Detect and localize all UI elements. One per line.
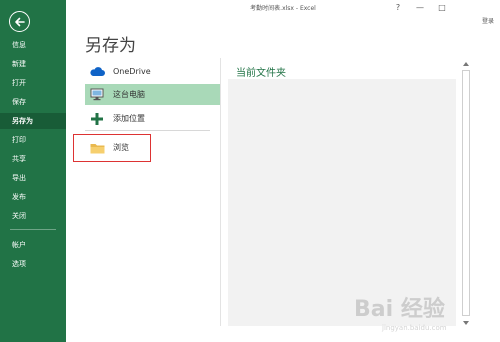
nav-export[interactable]: 导出 xyxy=(0,170,66,186)
cloud-icon xyxy=(89,64,105,80)
nav-options[interactable]: 选项 xyxy=(0,256,66,272)
place-this-pc[interactable]: 这台电脑 xyxy=(85,84,220,105)
nav-save[interactable]: 保存 xyxy=(0,94,66,110)
places-divider xyxy=(85,130,210,131)
plus-icon xyxy=(89,111,105,127)
nav-close[interactable]: 关闭 xyxy=(0,208,66,224)
place-label: 这台电脑 xyxy=(113,90,145,99)
minimize-button[interactable]: — xyxy=(414,2,426,14)
window-title: 考勤时间表.xlsx - Excel xyxy=(250,5,316,12)
nav-save-as[interactable]: 另存为 xyxy=(0,113,66,129)
sidebar-divider xyxy=(10,229,56,230)
browse-highlight-box xyxy=(73,134,151,162)
title-bar: 考勤时间表.xlsx - Excel ? — □ xyxy=(66,0,500,16)
place-onedrive[interactable]: OneDrive xyxy=(85,61,220,82)
column-divider xyxy=(220,58,221,326)
current-folder-heading: 当前文件夹 xyxy=(236,68,286,79)
chevron-up-icon xyxy=(463,61,469,66)
computer-icon xyxy=(89,87,105,103)
nav-open[interactable]: 打开 xyxy=(0,75,66,91)
nav-account[interactable]: 帐户 xyxy=(0,237,66,253)
arrow-left-icon xyxy=(14,17,25,26)
maximize-button[interactable]: □ xyxy=(436,2,448,14)
sign-in-link[interactable]: 登录 xyxy=(482,16,494,25)
backstage-sidebar: 信息 新建 打开 保存 另存为 打印 共享 导出 发布 关闭 帐户 选项 xyxy=(0,0,66,342)
page-title: 另存为 xyxy=(85,36,136,56)
place-add-location[interactable]: 添加位置 xyxy=(85,108,220,129)
watermark-text: Bai 经验 xyxy=(354,296,445,322)
scroll-thumb[interactable] xyxy=(462,70,470,316)
place-label: 添加位置 xyxy=(113,114,145,123)
nav-share[interactable]: 共享 xyxy=(0,151,66,167)
scroll-up-arrow[interactable] xyxy=(461,59,471,68)
back-button[interactable] xyxy=(9,11,30,32)
help-button[interactable]: ? xyxy=(392,2,404,14)
nav-publish[interactable]: 发布 xyxy=(0,189,66,205)
watermark-caption: jingyan.baidu.com xyxy=(381,324,447,332)
nav-print[interactable]: 打印 xyxy=(0,132,66,148)
place-label: OneDrive xyxy=(113,67,151,76)
baidu-watermark: Bai 经验 jingyan.baidu.com xyxy=(352,286,472,336)
nav-info[interactable]: 信息 xyxy=(0,37,66,53)
nav-new[interactable]: 新建 xyxy=(0,56,66,72)
